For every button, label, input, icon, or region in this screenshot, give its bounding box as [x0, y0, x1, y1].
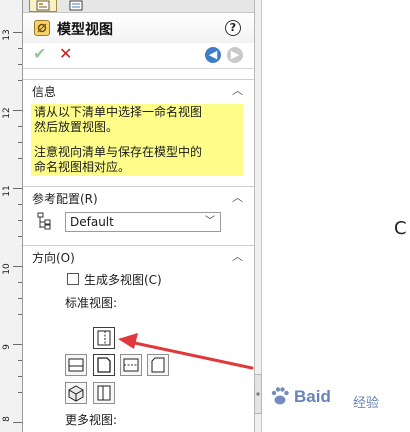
watermark-suffix: 经验 [353, 396, 380, 411]
watermark-brand: Baid [294, 387, 331, 406]
ruler-tick [18, 314, 22, 315]
ruler-tick [13, 110, 22, 111]
standard-views-label: 标准视图: [65, 296, 118, 310]
reference-config-select[interactable]: Default ﹀ [65, 212, 221, 232]
ok-checkmark-icon[interactable]: ✔ [33, 44, 46, 63]
right-view-icon [97, 385, 111, 401]
ruler-tick [18, 392, 22, 393]
tab-property-manager[interactable] [29, 0, 57, 12]
configuration-icon [37, 212, 51, 230]
collapse-chevron-icon[interactable]: ︿ [232, 82, 243, 98]
ruler-tick [18, 158, 22, 159]
view-left-button[interactable] [93, 327, 115, 349]
ruler-tick [18, 360, 22, 361]
front-view-icon [97, 357, 111, 373]
create-multiple-views-label: 生成多视图(C) [84, 273, 162, 287]
property-manager-panel: 模型视图 ? ✔ ✕ ◀ ▶ 信息 ︿ 请从以下清单中选择一命名视图 然后放置视图… [23, 0, 255, 432]
action-bar: ✔ ✕ ◀ ▶ [23, 43, 254, 69]
info-line: 然后放置视图。 [34, 120, 119, 134]
vertical-ruler: 13 12 11 10 9 8 [0, 0, 23, 432]
ruler-tick [18, 236, 22, 237]
ruler-tick [18, 64, 22, 65]
collapse-chevron-icon[interactable]: ︿ [232, 189, 243, 205]
canvas-text: C [394, 218, 407, 239]
section-reference-config-label: 参考配置(R) [32, 192, 98, 206]
tab-feature-tree[interactable] [63, 0, 91, 12]
info-line: 请从以下清单中选择一命名视图 [34, 105, 203, 119]
panel-scrollbar[interactable] [255, 0, 262, 432]
ruler-number: 11 [2, 185, 12, 197]
panel-title-bar: 模型视图 ? [23, 13, 254, 43]
cancel-x-icon[interactable]: ✕ [59, 44, 72, 63]
ruler-tick [13, 32, 22, 33]
model-view-glyph [37, 23, 47, 33]
isometric-view-icon [68, 385, 84, 402]
view-isometric-button[interactable] [65, 382, 87, 404]
grip-dots-icon [256, 392, 260, 396]
create-multiple-views-checkbox[interactable] [67, 273, 79, 285]
back-arrow-icon[interactable]: ◀ [205, 47, 221, 63]
chevron-down-icon: ﹀ [205, 216, 215, 227]
view-back-button[interactable] [147, 354, 169, 376]
ruler-tick [18, 204, 22, 205]
collapse-chevron-icon[interactable]: ︿ [232, 248, 243, 264]
ruler-tick [18, 80, 22, 81]
section-orientation-label: 方向(O) [32, 251, 75, 265]
ruler-number: 9 [2, 344, 12, 350]
ruler-tick [13, 188, 22, 189]
ruler-tick [18, 48, 22, 49]
property-manager-icon [36, 0, 50, 11]
info-line: 命名视图相对应。 [34, 160, 131, 174]
view-top-button[interactable] [65, 354, 87, 376]
left-view-icon [97, 330, 111, 346]
ruler-tick [18, 126, 22, 127]
ruler-tick [18, 220, 22, 221]
ruler-tick [13, 266, 22, 267]
feature-tree-icon [69, 0, 83, 11]
help-icon[interactable]: ? [225, 20, 241, 36]
ruler-tick [18, 282, 22, 283]
back-view-icon [151, 357, 165, 373]
forward-arrow-icon[interactable]: ▶ [227, 47, 243, 63]
bottom-view-icon [123, 358, 139, 372]
ruler-number: 13 [2, 29, 12, 41]
section-reference-config-header[interactable]: 参考配置(R) ︿ [23, 186, 254, 208]
view-right-button[interactable] [93, 382, 115, 404]
view-bottom-button[interactable] [120, 354, 142, 376]
reference-config-value: Default [70, 215, 114, 229]
top-view-icon [68, 358, 84, 372]
ruler-tick [13, 422, 22, 423]
ruler-tick [18, 298, 22, 299]
more-views-label: 更多视图: [65, 413, 118, 427]
page-title: 模型视图 [57, 22, 113, 38]
ruler-tick [18, 376, 22, 377]
section-orientation-header[interactable]: 方向(O) ︿ [23, 245, 254, 267]
view-front-button[interactable] [93, 354, 115, 376]
ruler-tick [13, 344, 22, 345]
model-view-icon [34, 20, 50, 36]
ruler-number: 10 [2, 263, 12, 275]
ruler-tick [18, 142, 22, 143]
ruler-number: 8 [2, 416, 12, 422]
section-info-header[interactable]: 信息 ︿ [23, 79, 254, 101]
info-message-box: 请从以下清单中选择一命名视图 然后放置视图。 注意视向清单与保存在模型中的 命名视图… [31, 104, 243, 176]
panel-resize-handle[interactable] [254, 374, 262, 414]
panel-tab-strip [23, 0, 254, 13]
ruler-number: 12 [2, 107, 12, 119]
baidu-paw-logo-icon [271, 387, 289, 405]
section-info-label: 信息 [32, 85, 57, 99]
info-line: 注意视向清单与保存在模型中的 [34, 145, 203, 159]
